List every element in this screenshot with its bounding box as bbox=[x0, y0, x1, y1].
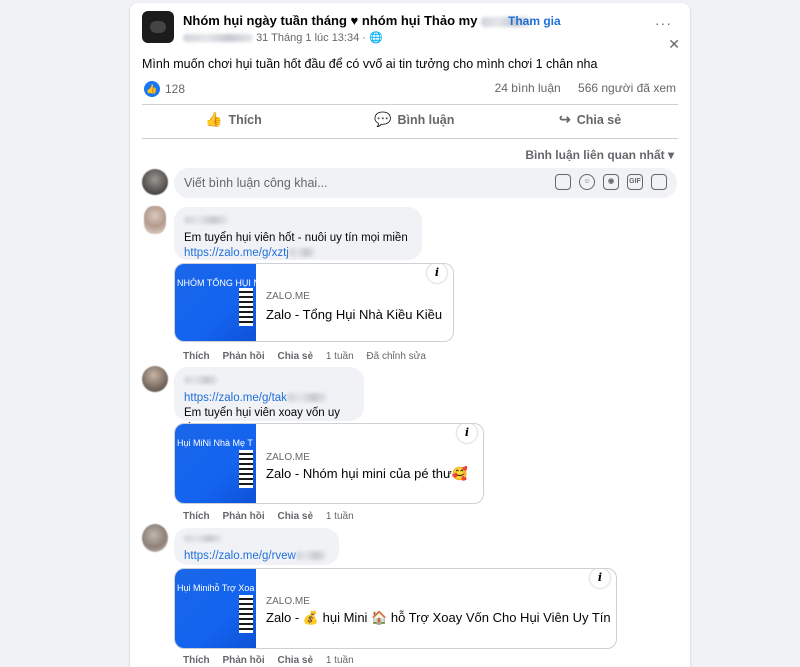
link-domain: ZALO.ME bbox=[266, 596, 310, 607]
qr-code-icon bbox=[239, 288, 253, 326]
camera-icon[interactable]: ◉ bbox=[603, 174, 619, 190]
share-label: Chia sẻ bbox=[576, 112, 622, 127]
comment-count[interactable]: 24 bình luận bbox=[495, 81, 561, 95]
comment-share-button[interactable]: Chia sẻ bbox=[277, 351, 313, 362]
link-title: Zalo - Nhóm hụi mini của pé thư🥰 bbox=[266, 466, 468, 481]
comment-sort-dropdown[interactable]: Bình luận liên quan nhất ▾ bbox=[525, 148, 674, 162]
comment-bubble: https://zalo.me/g/tak Em tuyển hụi viên … bbox=[174, 367, 364, 434]
reaction-count[interactable]: 128 bbox=[165, 82, 185, 96]
link-preview-thumbnail: Hụi MiNi Nhà Mẹ T bbox=[175, 424, 256, 503]
more-options-icon[interactable]: ··· bbox=[655, 15, 672, 31]
like-reaction-icon[interactable]: 👍 bbox=[144, 81, 160, 97]
divider bbox=[142, 104, 678, 105]
thumbs-up-icon: 👍 bbox=[205, 111, 223, 127]
link-preview-thumbnail: NHÓM TỔNG HỤI N bbox=[175, 264, 256, 341]
view-count: 566 người đã xem bbox=[578, 81, 676, 95]
qr-code-icon bbox=[239, 450, 253, 488]
globe-icon: 🌐 bbox=[369, 32, 383, 44]
comment-time[interactable]: 1 tuần bbox=[326, 655, 354, 666]
commenter-name[interactable] bbox=[184, 373, 354, 388]
post-text: Mình muốn chơi hụi tuần hốt đầu để có vv… bbox=[142, 57, 598, 71]
thumbnail-text: Hụi Minihỗ Trợ Xoa bbox=[177, 583, 255, 593]
comment-link[interactable]: https://zalo.me/g/rvew bbox=[184, 550, 326, 562]
post-timestamp[interactable]: 31 Tháng 1 lúc 13:34 bbox=[256, 32, 359, 44]
comment-reply-button[interactable]: Phản hồi bbox=[222, 351, 264, 362]
sticker-pack-icon[interactable] bbox=[651, 174, 667, 190]
like-label: Thích bbox=[228, 112, 262, 127]
post-header: Nhóm hụi ngày tuần tháng ♥ nhóm hụi Thảo… bbox=[183, 13, 532, 28]
like-button[interactable]: 👍 Thích bbox=[205, 111, 262, 128]
info-icon[interactable]: i bbox=[457, 424, 477, 443]
comment-reply-button[interactable]: Phản hồi bbox=[222, 655, 264, 666]
composer-icons: ☺ ◉ GIF bbox=[555, 174, 667, 190]
comment-link[interactable]: https://zalo.me/g/xztj bbox=[184, 247, 315, 259]
post-stats: 24 bình luận 566 người đã xem bbox=[481, 81, 676, 95]
comment-actions: Thích Phản hồi Chia sẻ 1 tuần bbox=[183, 655, 364, 666]
commenter-avatar[interactable] bbox=[142, 524, 168, 552]
comment-button[interactable]: 💬 Bình luận bbox=[374, 111, 454, 128]
comment-reply-button[interactable]: Phản hồi bbox=[222, 511, 264, 522]
share-button[interactable]: ↪ Chia sẻ bbox=[559, 111, 621, 128]
comment-placeholder: Viết bình luận công khai... bbox=[184, 176, 328, 190]
emoji-icon[interactable]: ☺ bbox=[579, 174, 595, 190]
comment-label: Bình luận bbox=[397, 112, 455, 127]
comment-bubble: https://zalo.me/g/rvew bbox=[174, 528, 339, 565]
share-icon: ↪ bbox=[559, 111, 571, 127]
current-user-avatar[interactable] bbox=[142, 169, 168, 195]
comment-time[interactable]: 1 tuần bbox=[326, 511, 354, 522]
join-group-link[interactable]: Tham gia bbox=[508, 14, 561, 28]
link-title: Zalo - 💰 hụi Mini 🏠 hỗ Trợ Xoay Vốn Cho … bbox=[266, 610, 611, 625]
thumbnail-text: Hụi MiNi Nhà Mẹ T bbox=[177, 438, 253, 448]
info-icon[interactable]: i bbox=[590, 569, 610, 588]
commenter-avatar[interactable] bbox=[142, 366, 168, 392]
link-domain: ZALO.ME bbox=[266, 291, 310, 302]
info-icon[interactable]: i bbox=[427, 264, 447, 283]
commenter-avatar[interactable] bbox=[144, 206, 166, 234]
post-meta: 31 Tháng 1 lúc 13:34 · 🌐 bbox=[183, 31, 383, 44]
link-domain: ZALO.ME bbox=[266, 452, 310, 463]
gif-icon[interactable]: GIF bbox=[627, 174, 643, 190]
link-preview-card[interactable]: NHÓM TỔNG HỤI N ZALO.ME Zalo - Tổng Hụi … bbox=[174, 263, 454, 342]
redacted-author bbox=[183, 34, 253, 43]
close-icon[interactable]: ✕ bbox=[668, 36, 680, 53]
group-avatar[interactable] bbox=[142, 11, 174, 43]
link-preview-card[interactable]: Hụi MiNi Nhà Mẹ T ZALO.ME Zalo - Nhóm hụ… bbox=[174, 423, 484, 504]
comment-time[interactable]: 1 tuần bbox=[326, 351, 354, 362]
comment-actions: Thích Phản hồi Chia sẻ 1 tuần Đã chỉnh s… bbox=[183, 351, 436, 362]
group-name[interactable]: Nhóm hụi ngày tuần tháng ♥ nhóm hụi Thảo… bbox=[183, 13, 477, 28]
comment-text: Em tuyển hụi viên hốt - nuôi uy tín mọi … bbox=[184, 232, 408, 244]
comment-link[interactable]: https://zalo.me/g/tak bbox=[184, 392, 327, 404]
commenter-name[interactable] bbox=[184, 532, 329, 547]
comment-like-button[interactable]: Thích bbox=[183, 655, 210, 666]
divider bbox=[142, 138, 678, 139]
comment-actions: Thích Phản hồi Chia sẻ 1 tuần bbox=[183, 511, 364, 522]
comment-like-button[interactable]: Thích bbox=[183, 511, 210, 522]
link-title: Zalo - Tổng Hụi Nhà Kiều Kiều bbox=[266, 307, 443, 322]
comment-bubble: Em tuyển hụi viên hốt - nuôi uy tín mọi … bbox=[174, 207, 422, 260]
comment-icon: 💬 bbox=[374, 111, 392, 127]
commenter-name[interactable] bbox=[184, 213, 412, 228]
sticker-icon[interactable] bbox=[555, 174, 571, 190]
comment-share-button[interactable]: Chia sẻ bbox=[277, 655, 313, 666]
comment-input[interactable]: Viết bình luận công khai... ☺ ◉ GIF bbox=[174, 168, 677, 198]
thumbnail-text: NHÓM TỔNG HỤI N bbox=[177, 278, 256, 288]
post-card: Nhóm hụi ngày tuần tháng ♥ nhóm hụi Thảo… bbox=[130, 3, 690, 667]
link-preview-card[interactable]: Hụi Minihỗ Trợ Xoa ZALO.ME Zalo - 💰 hụi … bbox=[174, 568, 617, 649]
edited-label[interactable]: Đã chỉnh sửa bbox=[366, 351, 426, 362]
comment-share-button[interactable]: Chia sẻ bbox=[277, 511, 313, 522]
qr-code-icon bbox=[239, 595, 253, 633]
comment-like-button[interactable]: Thích bbox=[183, 351, 210, 362]
link-preview-thumbnail: Hụi Minihỗ Trợ Xoa bbox=[175, 569, 256, 648]
